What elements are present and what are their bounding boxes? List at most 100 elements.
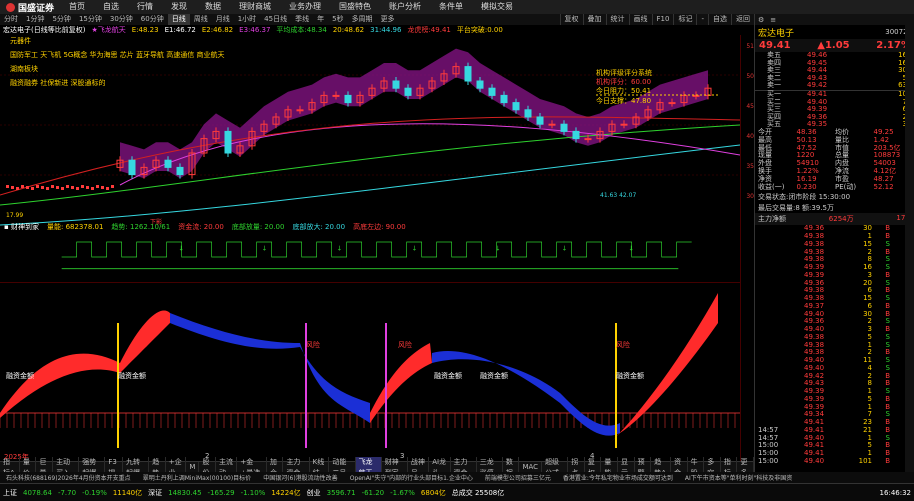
low-mark: 17.99 [6,212,23,219]
tool-button[interactable]: - [696,14,708,25]
low-mark2: 41.63 42.07 [600,192,636,199]
period-tab[interactable]: 5分钟 [48,14,74,25]
order-volume: 7 [847,98,907,107]
candle [536,116,544,125]
info-item: 平台突破:0.00 [456,26,503,34]
ribbon-blue [432,351,620,436]
order-book: 卖五49.4616卖四49.4516卖三49.4430卖二49.435卖一49.… [755,51,914,129]
risk-label: 风险 [306,340,320,349]
tick-volume: 2 [867,371,872,380]
menu-item[interactable]: 国盛特色 [330,0,380,14]
tool-button[interactable]: 复权 [559,14,583,25]
period-tab[interactable]: 年 [313,14,328,25]
tick-list[interactable]: 49.36 30 B 49.38 1 B 49.38 15 S 49.38 2 B 49.38 8 S 49.… [755,225,914,465]
signal-label: 融资金额 [434,371,462,380]
top-menu-bar: 国盛证券 首页 自选 行情 发现 数据 理财商城 业务办理 国盛特色 账户分析 条件单 模拟交易 [0,0,914,15]
tool-button[interactable]: 标记 [673,14,696,25]
indicator1-chart[interactable]: ↓ ↓ ↓ ↓ ↓ ↓ ↓ [0,232,740,282]
index-name[interactable]: 上证 [0,488,20,498]
period-tab[interactable]: 5秒 [328,14,347,25]
tool-button[interactable]: 叠加 [582,14,606,25]
menu-item[interactable]: 行情 [128,0,162,14]
candle [224,130,232,154]
tick-time [758,388,804,396]
period-tab[interactable]: 日线 [167,14,190,25]
news-item[interactable]: 香港置业:今年私宅物业市场成交额可达到 [557,473,679,482]
news-item[interactable]: 中国银河(6)港股流动性改善 [257,473,344,482]
tick-time [758,373,804,381]
tick-time [758,241,804,249]
menu-item[interactable]: 发现 [162,0,196,14]
period-tab[interactable]: 月线 [212,14,234,25]
news-item[interactable]: OpenAI"失守"内部的行业头部目标1.企业中心 [344,473,479,482]
stock-tag: 湖南板块 [10,64,38,73]
period-tabs: 分时 1分钟 5分钟 15分钟 30分钟 60分钟 日线 周线 月线 1小时 45日线 季线年 5秒 多周… [0,14,399,25]
menu-item[interactable]: 模拟交易 [472,0,522,14]
menu-item[interactable]: 账户分析 [380,0,430,14]
period-tab[interactable]: 周线 [190,14,212,25]
info-item: E3:46.37 [239,26,271,34]
price-axis-tick: 40 [746,133,754,140]
candle [344,94,352,104]
stock-name: 宏达电子 [758,28,795,39]
news-ticker[interactable]: 石头科技(688169)2026年4月份资本开支重点 翠明土丹利上调MiniMax… [0,472,914,483]
tick-time [758,357,804,365]
app-logo[interactable]: 国盛证券 [0,1,60,14]
tick-volume: 5 [867,441,872,450]
period-tab[interactable]: 30分钟 [106,14,137,25]
buy-arrow-icon: ↓ [178,244,184,252]
tool-button[interactable]: 统计 [605,14,629,25]
news-item[interactable]: 前端模型公司招募三亿元 [479,473,557,482]
candle [106,187,109,190]
menu-item[interactable]: 条件单 [430,0,472,14]
period-tab[interactable]: 1小时 [234,14,260,25]
indicator2-chart[interactable]: 融资金额 融资金额 融资金额 融资金额 融资金额 风险 风险 风险 [0,282,740,453]
index-name[interactable]: 深证 [145,488,165,498]
candle [86,186,89,189]
tool-button[interactable]: 自选 [708,14,731,25]
candle [96,185,99,188]
tick-time [758,380,804,388]
indicator-info-bar: 宏达电子(日线等比前复权) ★飞龙航天 E:48.23 E1:46.72 E2:46.8… [0,25,754,35]
news-item[interactable]: AI下午市资本等"单利时刻"科技及非国资 [679,473,798,482]
buy-arrow-icon: ↓ [562,244,568,252]
candle [111,185,114,188]
main-kline-chart[interactable]: 元器件国防军工 天飞机 5G概念 华为海思 芯片 蓝牙导航 高速通信 商业航天湖… [0,35,740,235]
index-name[interactable]: 创业 [304,488,324,498]
candle [6,185,9,188]
right-sidebar[interactable] [905,14,914,472]
menu-item[interactable]: 业务办理 [280,0,330,14]
period-tab[interactable]: 分时 [0,14,22,25]
menu-item[interactable]: 数据 [196,0,230,14]
period-tab[interactable]: 1分钟 [22,14,48,25]
candle [31,187,34,190]
ribbon-red [610,293,718,443]
candle [101,186,104,189]
index-amount: 6804亿 [420,488,446,497]
tick-time [758,233,804,241]
panel-menu-icon[interactable]: ≡ [767,16,779,24]
period-tab[interactable]: 季线 [291,14,313,25]
tool-button[interactable]: F10 [651,14,674,25]
candle [36,185,39,188]
news-item[interactable]: 石头科技(688169)2026年4月份资本开支重点 [0,473,137,482]
menu-item[interactable]: 自选 [94,0,128,14]
menu-item[interactable]: 理财商城 [230,0,280,14]
ask-row[interactable]: 卖一 49.42 63 [755,82,914,90]
period-tab[interactable]: 更多 [377,14,399,25]
order-volume: 30 [898,66,907,75]
info-item: 平均成本:48.34 [276,26,327,34]
period-tab[interactable]: 多周期 [348,14,377,25]
period-tab[interactable]: 15分钟 [75,14,106,25]
indicator1-title[interactable]: ▪ 财神到家 [0,222,43,232]
period-tab[interactable]: 60分钟 [137,14,168,25]
settings-icon[interactable]: ⚙ [755,16,767,24]
candle [61,187,64,190]
candle [620,123,628,126]
menu-item[interactable]: 首页 [60,0,94,14]
period-tab[interactable]: 45日线 [260,14,291,25]
news-item[interactable]: 翠明土丹利上调MiniMax(00100)目标价 [137,473,258,482]
tool-button[interactable]: 画线 [628,14,652,25]
tool-button[interactable]: 返回 [731,14,754,25]
rating-label: 机构评级评分系统 [596,68,652,77]
